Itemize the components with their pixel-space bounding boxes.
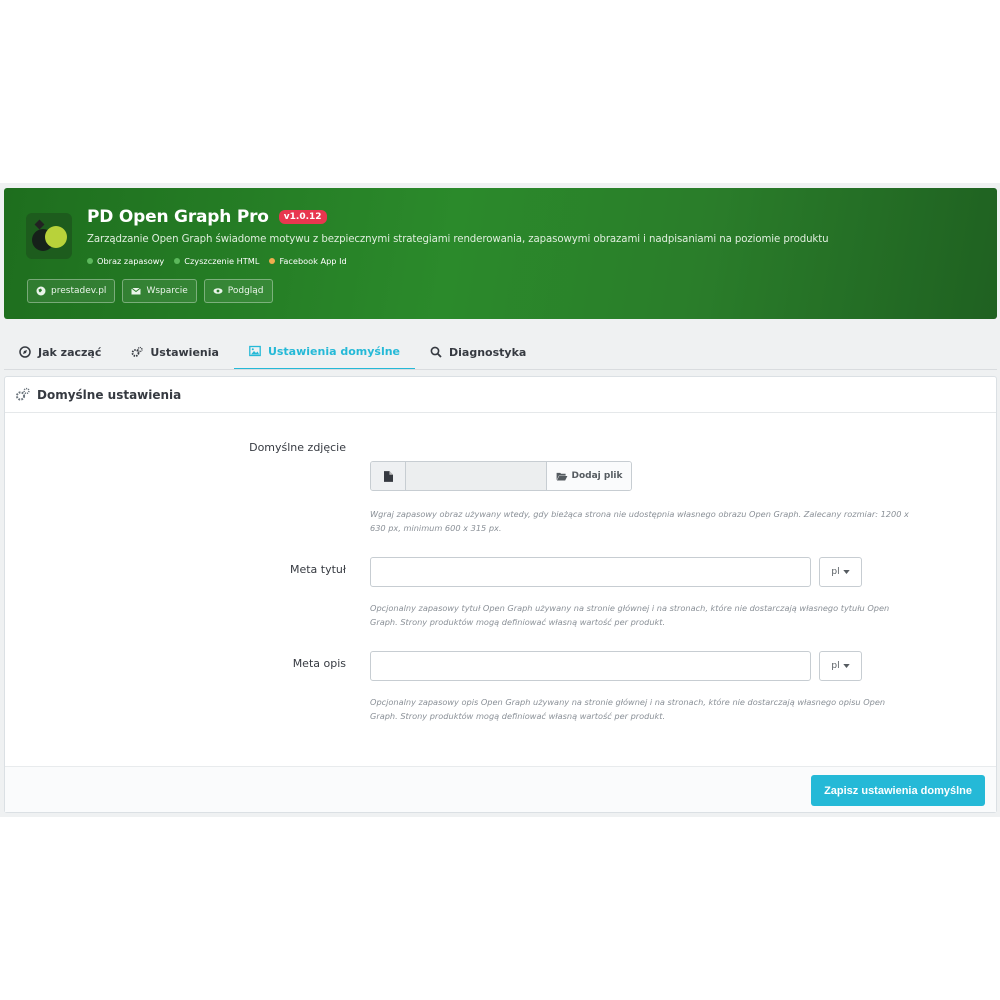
search-icon	[430, 346, 442, 358]
tab-getting-started[interactable]: Jak zacząć	[4, 334, 116, 370]
preview-link-button[interactable]: Podgląd	[203, 279, 273, 303]
default-image-help: Wgraj zapasowy obraz używany wtedy, gdy …	[370, 509, 909, 533]
caret-down-icon	[842, 570, 850, 574]
language-code: pl	[831, 567, 840, 577]
feature-label: Facebook App Id	[279, 256, 347, 266]
cogs-icon	[15, 387, 30, 401]
version-badge: v1.0.12	[278, 210, 327, 224]
support-link-button[interactable]: Wsparcie	[122, 279, 197, 303]
add-file-button[interactable]: Dodaj plik	[547, 462, 631, 490]
globe-icon	[36, 286, 46, 296]
module-title: PD Open Graph Pro	[87, 207, 269, 227]
tab-divider	[4, 369, 997, 370]
meta-title-input[interactable]	[370, 557, 811, 587]
default-image-label: Domyślne zdjęcie	[249, 441, 346, 454]
tab-bar: Jak zacząć Ustawienia Ustawienia domyśln…	[4, 334, 541, 370]
tab-diagnostics[interactable]: Diagnostyka	[415, 334, 541, 370]
compass-icon	[19, 346, 31, 358]
module-subtitle: Zarządzanie Open Graph świadome motywu z…	[87, 234, 829, 245]
feature-html-cleanup: Czyszczenie HTML	[174, 256, 259, 266]
tab-label: Diagnostyka	[449, 345, 527, 359]
feature-list: Obraz zapasowy Czyszczenie HTML Facebook…	[87, 256, 347, 266]
tab-label: Ustawienia domyślne	[267, 344, 401, 358]
module-logo	[26, 213, 72, 259]
feature-facebook-app-id: Facebook App Id	[269, 256, 347, 266]
module-banner: PD Open Graph Pro v1.0.12 Zarządzanie Op…	[4, 188, 997, 319]
status-dot-icon	[269, 258, 276, 264]
cogs-icon	[131, 346, 144, 357]
banner-links: prestadev.pl Wsparcie Podgląd	[27, 279, 273, 303]
meta-description-language-dropdown[interactable]: pl	[819, 651, 862, 681]
tab-label: Jak zacząć	[38, 345, 102, 359]
feature-label: Obraz zapasowy	[97, 256, 165, 266]
caret-down-icon	[842, 664, 850, 668]
feature-fallback-image: Obraz zapasowy	[87, 256, 164, 266]
status-dot-icon	[174, 258, 181, 264]
panel-heading: Domyślne ustawienia	[5, 377, 996, 413]
file-icon	[371, 462, 406, 490]
save-defaults-button[interactable]: Zapisz ustawienia domyślne	[811, 775, 985, 806]
eye-icon	[213, 288, 223, 294]
tab-settings[interactable]: Ustawienia	[116, 334, 234, 370]
module-config-area: PD Open Graph Pro v1.0.12 Zarządzanie Op…	[0, 183, 1000, 817]
meta-description-input[interactable]	[370, 651, 811, 681]
status-dot-icon	[87, 258, 93, 264]
image-icon	[249, 345, 261, 357]
meta-title-language-dropdown[interactable]: pl	[819, 557, 862, 587]
feature-label: Czyszczenie HTML	[184, 256, 260, 266]
link-label: Podgląd	[227, 286, 264, 296]
file-name-field[interactable]	[406, 462, 547, 490]
envelope-icon	[131, 287, 142, 295]
meta-title-label: Meta tytuł	[289, 563, 346, 576]
tab-label: Ustawienia	[150, 345, 219, 359]
meta-description-label: Meta opis	[292, 657, 346, 670]
tab-default-settings[interactable]: Ustawienia domyślne	[233, 334, 416, 370]
panel-title: Domyślne ustawienia	[37, 387, 182, 402]
link-label: prestadev.pl	[51, 286, 107, 296]
website-link-button[interactable]: prestadev.pl	[27, 279, 116, 303]
page: PD Open Graph Pro v1.0.12 Zarządzanie Op…	[0, 0, 1000, 1000]
meta-description-help: Opcjonalny zapasowy opis Open Graph używ…	[370, 697, 886, 721]
default-settings-panel: Domyślne ustawienia Domyślne zdjęcie Dod…	[4, 376, 997, 813]
add-file-label: Dodaj plik	[571, 471, 623, 481]
file-upload-group: Dodaj plik	[370, 461, 632, 491]
folder-open-icon	[556, 472, 567, 481]
meta-title-help: Opcjonalny zapasowy tytuł Open Graph uży…	[370, 603, 890, 627]
panel-footer: Zapisz ustawienia domyślne	[5, 766, 996, 812]
link-label: Wsparcie	[146, 286, 188, 296]
language-code: pl	[831, 661, 840, 671]
title-row: PD Open Graph Pro v1.0.12	[87, 207, 327, 227]
